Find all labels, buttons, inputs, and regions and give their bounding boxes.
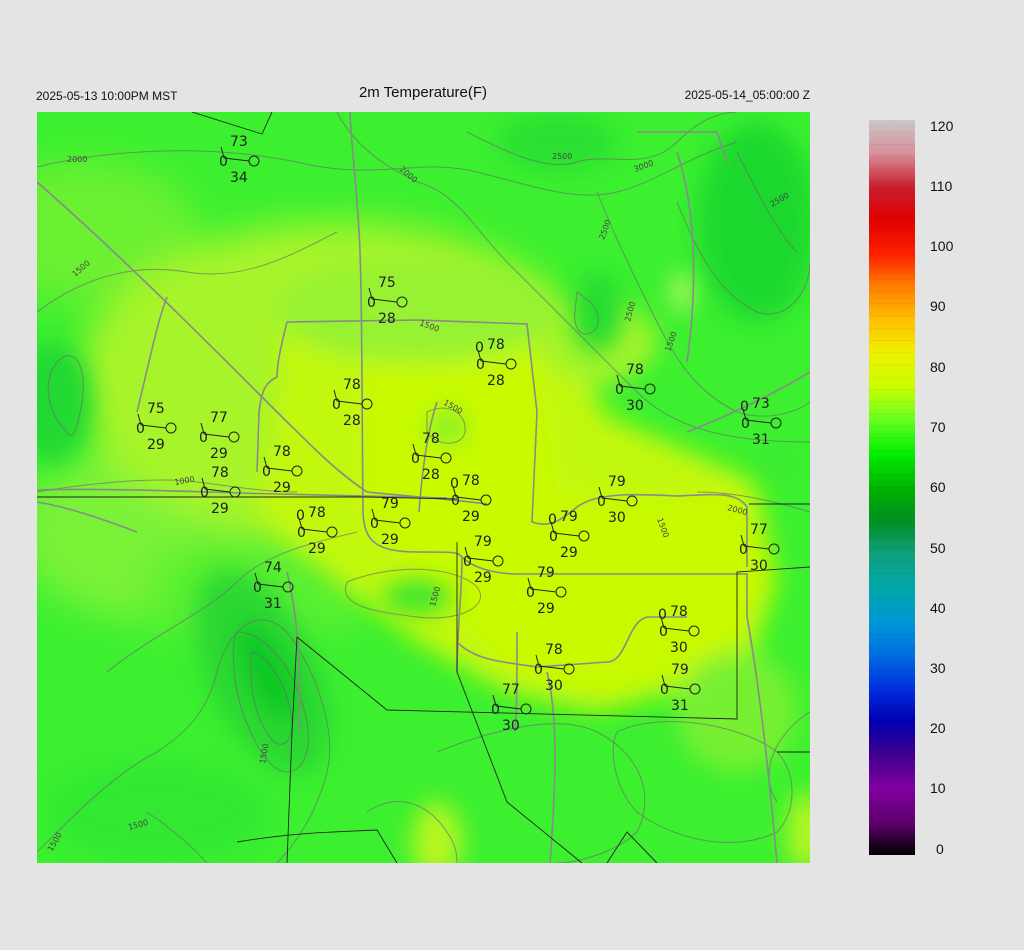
station-zero: 0 xyxy=(297,525,306,541)
station-dewpoint: 29 xyxy=(560,545,578,561)
station-dewpoint: 28 xyxy=(378,311,396,327)
station-dewpoint: 30 xyxy=(750,558,768,574)
station-zero: 0 xyxy=(253,580,262,596)
station-flag: 0 xyxy=(296,508,305,524)
station-dewpoint: 30 xyxy=(545,678,563,694)
station-temperature: 79 xyxy=(560,509,578,525)
station-dewpoint: 31 xyxy=(752,432,770,448)
station-dewpoint: 31 xyxy=(264,596,282,612)
valid-utc-time: 2025-05-14_05:00:00 Z xyxy=(684,88,810,102)
station-dewpoint: 29 xyxy=(210,446,228,462)
station-flag: 0 xyxy=(740,399,749,415)
station-dewpoint: 29 xyxy=(308,541,326,557)
station-zero: 0 xyxy=(526,585,535,601)
station-zero: 0 xyxy=(476,357,485,373)
contour-label: 2500 xyxy=(552,152,572,161)
station-zero: 0 xyxy=(370,516,379,532)
colorbar-tick-label: 20 xyxy=(930,720,946,736)
station-temperature: 78 xyxy=(273,444,291,460)
station-flag: 0 xyxy=(548,512,557,528)
station-zero: 0 xyxy=(491,702,500,718)
colorbar-tick-label: 10 xyxy=(930,780,946,796)
colorbar-tick-label: 30 xyxy=(930,660,946,676)
station-dewpoint: 29 xyxy=(147,437,165,453)
station-dewpoint: 31 xyxy=(671,698,689,714)
station-zero: 0 xyxy=(200,485,209,501)
station-temperature: 78 xyxy=(211,465,229,481)
station-temperature: 77 xyxy=(750,522,768,538)
station-temperature: 73 xyxy=(752,396,770,412)
station-dewpoint: 29 xyxy=(381,532,399,548)
colorbar-tick-label: 0 xyxy=(936,841,944,857)
station-temperature: 75 xyxy=(378,275,396,291)
colorbar-tick-label: 50 xyxy=(930,540,946,556)
station-dewpoint: 34 xyxy=(230,170,248,186)
temperature-colorbar xyxy=(869,120,915,855)
colorbar-tick-label: 90 xyxy=(930,298,946,314)
station-dewpoint: 28 xyxy=(343,413,361,429)
station-temperature: 79 xyxy=(474,534,492,550)
colorbar-tick-label: 120 xyxy=(930,118,954,134)
station-zero: 0 xyxy=(262,464,271,480)
station-temperature: 78 xyxy=(343,377,361,393)
station-zero: 0 xyxy=(597,494,606,510)
station-temperature: 78 xyxy=(545,642,563,658)
station-dewpoint: 29 xyxy=(273,480,291,496)
station-dewpoint: 30 xyxy=(626,398,644,414)
station-zero: 0 xyxy=(660,682,669,698)
station-temperature: 77 xyxy=(502,682,520,698)
station-temperature: 74 xyxy=(264,560,282,576)
colorbar-tick-label: 80 xyxy=(930,359,946,375)
colorbar-tick-label: 60 xyxy=(930,479,946,495)
colorbar-tick-label: 70 xyxy=(930,419,946,435)
station-zero: 0 xyxy=(219,154,228,170)
station-zero: 0 xyxy=(463,554,472,570)
station-dewpoint: 30 xyxy=(502,718,520,734)
station-temperature: 78 xyxy=(487,337,505,353)
station-zero: 0 xyxy=(534,662,543,678)
station-zero: 0 xyxy=(199,430,208,446)
station-dewpoint: 30 xyxy=(608,510,626,526)
station-dewpoint: 29 xyxy=(211,501,229,517)
colorbar-tick-label: 100 xyxy=(930,238,954,254)
station-zero: 0 xyxy=(659,624,668,640)
station-temperature: 79 xyxy=(537,565,555,581)
station-zero: 0 xyxy=(332,397,341,413)
station-zero: 0 xyxy=(741,416,750,432)
station-dewpoint: 29 xyxy=(537,601,555,617)
station-zero: 0 xyxy=(739,542,748,558)
station-temperature: 75 xyxy=(147,401,165,417)
station-temperature: 77 xyxy=(210,410,228,426)
station-zero: 0 xyxy=(136,421,145,437)
station-temperature: 78 xyxy=(670,604,688,620)
station-temperature: 78 xyxy=(308,505,326,521)
colorbar-tick-label: 40 xyxy=(930,600,946,616)
station-zero: 0 xyxy=(411,451,420,467)
station-temperature: 78 xyxy=(626,362,644,378)
station-temperature: 78 xyxy=(462,473,480,489)
station-temperature: 79 xyxy=(608,474,626,490)
station-dewpoint: 28 xyxy=(487,373,505,389)
station-dewpoint: 28 xyxy=(422,467,440,483)
temperature-map: 2000 2000 2500 3000 2500 2500 2500 1500 … xyxy=(37,112,810,863)
colorbar-tick-label: 110 xyxy=(930,178,953,194)
station-temperature: 78 xyxy=(422,431,440,447)
station-temperature: 79 xyxy=(381,496,399,512)
station-zero: 0 xyxy=(615,382,624,398)
contour-label: 2000 xyxy=(67,155,87,164)
station-dewpoint: 30 xyxy=(670,640,688,656)
station-zero: 0 xyxy=(549,529,558,545)
station-flag: 0 xyxy=(475,340,484,356)
station-flag: 0 xyxy=(450,476,459,492)
station-flag: 0 xyxy=(658,607,667,623)
station-dewpoint: 29 xyxy=(474,570,492,586)
station-dewpoint: 29 xyxy=(462,509,480,525)
station-temperature: 79 xyxy=(671,662,689,678)
station-zero: 0 xyxy=(367,295,376,311)
station-temperature: 73 xyxy=(230,134,248,150)
station-zero: 0 xyxy=(451,493,460,509)
